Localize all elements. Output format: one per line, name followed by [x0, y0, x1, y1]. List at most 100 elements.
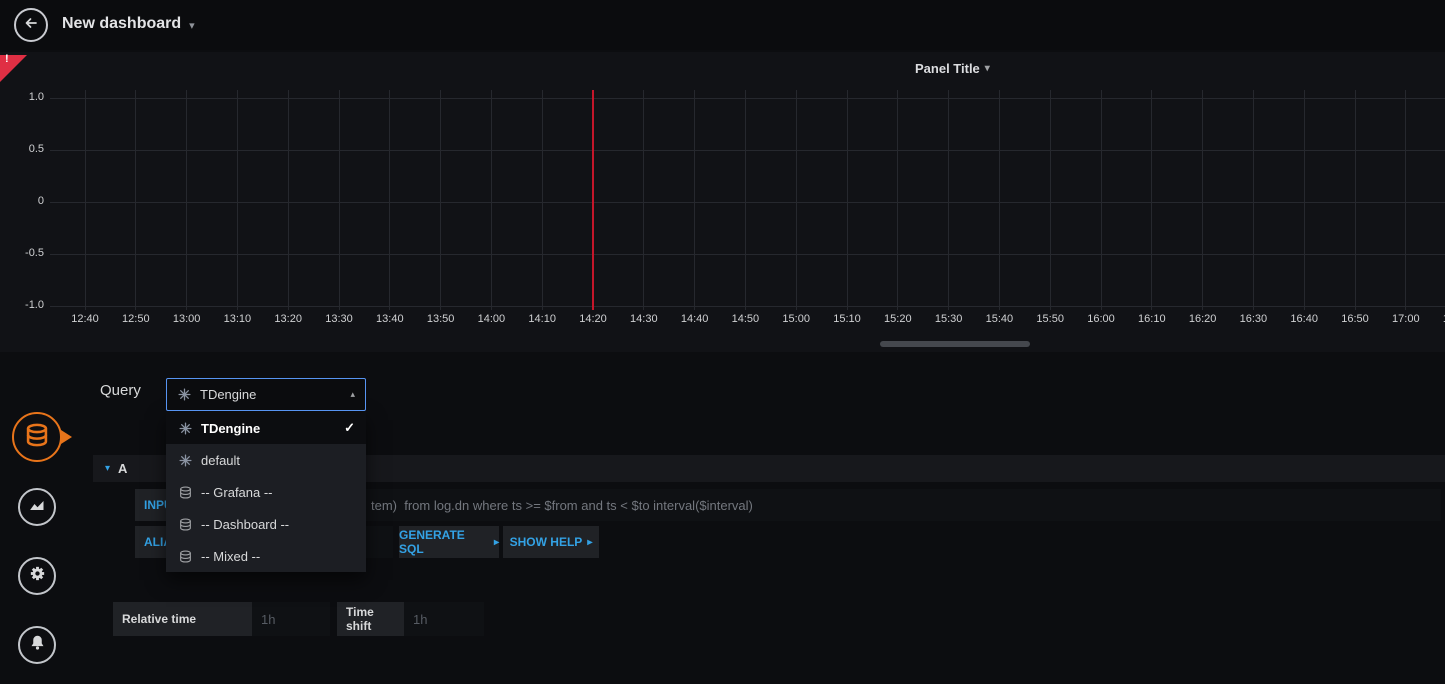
database-icon — [178, 518, 192, 531]
grid-vline — [542, 90, 543, 310]
x-tick-label: 17:10 — [1432, 313, 1445, 325]
grid-vline — [745, 90, 746, 310]
generate-sql-button[interactable]: GENERATE SQL ▸ — [399, 526, 499, 558]
query-editor-section: Query TDengine ▴ TDengine✓default-- Graf… — [0, 352, 1445, 684]
datasource-select[interactable]: TDengine ▴ — [166, 378, 366, 411]
grid-vline — [643, 90, 644, 310]
grid-vline — [1405, 90, 1406, 310]
sidebar-tab-alert[interactable] — [18, 626, 56, 664]
database-icon — [25, 423, 49, 452]
datasource-option[interactable]: default — [166, 444, 366, 476]
graph-panel: ! Panel Title ▾ 12:4012:5013:0013:1013:2… — [0, 52, 1445, 352]
tdengine-icon — [177, 388, 191, 401]
x-tick-label: 15:10 — [822, 313, 872, 325]
datasource-option[interactable]: -- Grafana -- — [166, 476, 366, 508]
x-tick-label: 12:50 — [111, 313, 161, 325]
datasource-option-label: -- Grafana -- — [201, 485, 273, 500]
datasource-option[interactable]: -- Mixed -- — [166, 540, 366, 572]
x-tick-label: 14:00 — [466, 313, 516, 325]
sidebar-tab-visualization[interactable] — [18, 488, 56, 526]
y-tick-label: -0.5 — [0, 247, 44, 259]
time-shift-input[interactable] — [404, 602, 484, 636]
grid-vline — [1253, 90, 1254, 310]
check-icon: ✓ — [344, 420, 355, 436]
top-navbar: New dashboard ▾ — [0, 0, 1445, 50]
grid-vline — [237, 90, 238, 310]
database-icon — [178, 486, 192, 499]
x-tick-label: 17:00 — [1381, 313, 1431, 325]
x-tick-label: 15:30 — [924, 313, 974, 325]
chart-plot-area[interactable] — [0, 90, 1445, 310]
x-tick-label: 16:20 — [1178, 313, 1228, 325]
chevron-down-icon: ▾ — [105, 463, 110, 474]
datasource-menu: TDengine✓default -- Grafana -- -- Dashboar… — [166, 412, 366, 572]
grid-vline — [135, 90, 136, 310]
x-tick-label: 15:20 — [873, 313, 923, 325]
x-tick-label: 16:10 — [1127, 313, 1177, 325]
grid-vline — [999, 90, 1000, 310]
sidebar-tab-general[interactable] — [18, 557, 56, 595]
generate-sql-label: GENERATE SQL — [399, 528, 489, 556]
grid-vline — [1101, 90, 1102, 310]
x-tick-label: 13:40 — [365, 313, 415, 325]
x-tick-label: 16:50 — [1330, 313, 1380, 325]
datasource-option-label: -- Dashboard -- — [201, 517, 289, 532]
show-help-button[interactable]: SHOW HELP ▸ — [503, 526, 599, 558]
x-tick-label: 13:20 — [263, 313, 313, 325]
grid-hline — [50, 306, 1445, 307]
x-axis-labels: 12:4012:5013:0013:1013:2013:3013:4013:50… — [0, 313, 1445, 329]
active-tab-arrow-icon — [61, 430, 72, 444]
datasource-option-label: -- Mixed -- — [201, 549, 260, 564]
x-tick-label: 15:40 — [974, 313, 1024, 325]
grid-vline — [1304, 90, 1305, 310]
gear-icon — [28, 564, 47, 588]
y-tick-label: 0 — [0, 195, 44, 207]
dashboard-title-text: New dashboard — [62, 15, 181, 33]
horizontal-scrollbar-thumb[interactable] — [880, 341, 1030, 347]
datasource-select-value: TDengine — [200, 387, 256, 402]
grid-vline — [85, 90, 86, 310]
grid-vline — [897, 90, 898, 310]
arrow-left-icon — [23, 15, 39, 36]
panel-title-text: Panel Title — [915, 61, 980, 76]
x-tick-label: 13:50 — [416, 313, 466, 325]
tdengine-icon — [178, 454, 192, 467]
x-tick-label: 15:00 — [771, 313, 821, 325]
grid-vline — [1050, 90, 1051, 310]
bell-icon — [29, 634, 46, 656]
datasource-option[interactable]: -- Dashboard -- — [166, 508, 366, 540]
panel-error-badge: ! — [5, 53, 9, 65]
time-shift-label-text: Time shift — [346, 605, 395, 633]
caret-right-icon: ▸ — [494, 537, 499, 548]
query-sql-input[interactable] — [201, 489, 1441, 521]
grid-vline — [948, 90, 949, 310]
panel-title[interactable]: Panel Title ▾ — [915, 61, 990, 76]
grid-vline — [694, 90, 695, 310]
annotation-vline — [592, 90, 594, 310]
back-button[interactable] — [14, 8, 48, 42]
chart-icon — [28, 496, 46, 519]
grid-hline — [50, 150, 1445, 151]
x-tick-label: 16:40 — [1279, 313, 1329, 325]
x-tick-label: 14:20 — [568, 313, 618, 325]
grid-vline — [389, 90, 390, 310]
x-tick-label: 16:00 — [1076, 313, 1126, 325]
x-tick-label: 14:50 — [720, 313, 770, 325]
grafana-app: New dashboard ▾ ! Panel Title ▾ 12:4012:… — [0, 0, 1445, 684]
x-tick-label: 13:30 — [314, 313, 364, 325]
sidebar-tab-queries[interactable] — [12, 412, 62, 462]
datasource-option[interactable]: TDengine✓ — [166, 412, 366, 444]
grid-vline — [1151, 90, 1152, 310]
grid-vline — [440, 90, 441, 310]
y-tick-label: 1.0 — [0, 91, 44, 103]
relative-time-label-text: Relative time — [122, 612, 196, 626]
grid-vline — [847, 90, 848, 310]
x-tick-label: 15:50 — [1025, 313, 1075, 325]
show-help-label: SHOW HELP — [510, 535, 583, 549]
relative-time-input[interactable] — [252, 602, 330, 636]
grid-vline — [796, 90, 797, 310]
x-tick-label: 13:00 — [162, 313, 212, 325]
chevron-down-icon: ▾ — [189, 16, 195, 32]
dashboard-title[interactable]: New dashboard ▾ — [62, 15, 195, 33]
grid-hline — [50, 254, 1445, 255]
